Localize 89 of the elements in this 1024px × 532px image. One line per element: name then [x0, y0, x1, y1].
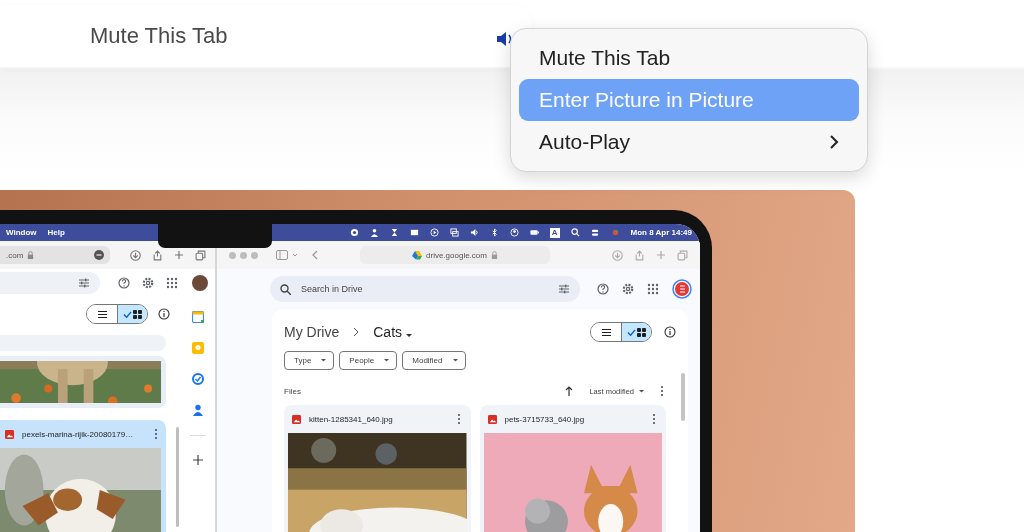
help-icon[interactable] [597, 283, 609, 295]
clock[interactable]: Mon 8 Apr 14:49 [630, 228, 692, 237]
breadcrumb-link[interactable]: My Drive [284, 324, 340, 340]
file-card[interactable]: pets-3715733_640.jpg [479, 405, 666, 532]
settings-icon[interactable] [142, 277, 154, 289]
dropdown-caret-icon [639, 389, 644, 393]
download-icon[interactable] [130, 249, 141, 261]
grid-view-toggle[interactable] [621, 323, 651, 341]
lock-icon [27, 250, 35, 260]
back-icon[interactable] [312, 250, 318, 260]
section-heading: Files [284, 386, 302, 396]
file-name: kitten-1285341_640.jpg [309, 414, 394, 424]
plus-icon[interactable] [174, 250, 184, 260]
user-circle-icon[interactable] [509, 228, 519, 237]
dropdown-caret-icon [321, 359, 327, 362]
avatar[interactable] [672, 279, 692, 299]
dropdown-caret-icon [405, 334, 412, 337]
dropdown-caret-icon [452, 359, 458, 362]
view-toggle[interactable] [590, 322, 652, 342]
screens-icon[interactable] [449, 228, 459, 237]
list-icon [601, 327, 611, 337]
play-icon[interactable] [429, 228, 439, 237]
list-icon [97, 309, 107, 319]
hourglass-icon[interactable] [389, 228, 399, 237]
plus-icon[interactable] [192, 455, 203, 465]
search-field[interactable] [0, 272, 100, 294]
grid-view-toggle[interactable] [117, 305, 147, 323]
info-icon[interactable] [664, 326, 676, 338]
tab[interactable]: Mute This Tab [0, 5, 532, 67]
search-field[interactable]: Search in Drive [270, 276, 580, 302]
filter-chip[interactable]: People [339, 351, 398, 370]
dropdown-caret-icon [384, 359, 390, 362]
view-toggle[interactable] [86, 304, 148, 324]
file-name: pexels-marina-rijik-20080179… [22, 429, 135, 439]
caret-icon[interactable] [292, 253, 298, 257]
filter-icon[interactable] [558, 283, 570, 295]
record-icon[interactable] [349, 228, 359, 237]
filter-icon[interactable] [78, 277, 90, 289]
settings-icon[interactable] [622, 283, 634, 295]
search-icon [280, 283, 291, 295]
scrollbar[interactable] [681, 373, 685, 421]
avatar[interactable] [192, 275, 208, 291]
address-bar[interactable]: drive.google.com [360, 246, 550, 264]
check-icon [123, 309, 132, 319]
lock-icon [490, 250, 498, 260]
search-icon[interactable] [570, 228, 580, 237]
grid-icon [637, 327, 646, 337]
battery-icon[interactable] [529, 228, 539, 237]
address-bar[interactable]: .com [0, 246, 110, 264]
tasks-icon[interactable] [191, 373, 204, 385]
input-source-indicator[interactable]: A [549, 227, 560, 238]
folder-title[interactable]: Cats [373, 324, 412, 340]
calendar-icon[interactable] [191, 311, 204, 323]
window-icon[interactable] [409, 228, 419, 237]
menu-title[interactable]: Help [47, 228, 65, 237]
filter-chip[interactable]: Modified [402, 351, 466, 370]
more-icon[interactable] [154, 428, 158, 440]
person-icon[interactable] [191, 404, 204, 416]
blocked-icon[interactable] [94, 250, 104, 260]
file-card[interactable]: kitten-1285341_640.jpg [284, 405, 471, 532]
info-icon[interactable] [158, 308, 170, 320]
sidebar-icon[interactable] [276, 250, 288, 260]
color-dot-icon[interactable] [610, 228, 620, 237]
share-icon[interactable] [152, 249, 163, 261]
menu-title[interactable]: Window [6, 228, 37, 237]
check-icon [627, 327, 636, 337]
file-card[interactable]: pexels-marina-rijik-20080179… [0, 420, 166, 532]
scrollbar[interactable] [176, 427, 179, 527]
apps-grid-icon[interactable] [166, 277, 178, 289]
grid-icon [133, 309, 142, 319]
help-icon[interactable] [118, 277, 130, 289]
more-icon[interactable] [652, 413, 656, 425]
speaker-icon[interactable] [469, 228, 479, 237]
sort-arrow-icon[interactable] [565, 386, 574, 396]
file-name: pets-3715733_640.jpg [504, 414, 586, 424]
more-icon[interactable] [456, 413, 461, 425]
control-center-icon[interactable] [590, 228, 600, 237]
menu-item[interactable]: Auto-Play [519, 121, 859, 163]
image-file-icon [5, 429, 14, 439]
image-file-icon [292, 414, 301, 424]
drive-icon [412, 250, 423, 260]
tab-title: Mute This Tab [90, 23, 228, 49]
more-icon[interactable] [660, 385, 664, 397]
chevron-right-icon [353, 327, 360, 337]
apps-grid-icon[interactable] [647, 283, 659, 295]
image-file-icon [487, 414, 497, 424]
person-icon[interactable] [369, 228, 379, 237]
tabs-icon[interactable] [195, 249, 206, 261]
filter-chip[interactable]: Type [284, 351, 335, 370]
